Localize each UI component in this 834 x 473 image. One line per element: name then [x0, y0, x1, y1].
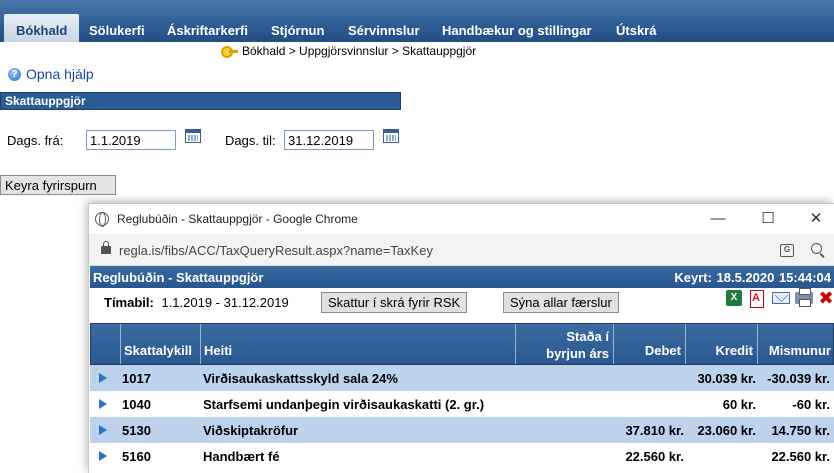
col-header-diff[interactable]: Mismunur [757, 324, 834, 364]
cell-name: Virðisaukaskattsskyld sala 24% [203, 371, 398, 386]
col-header-key[interactable]: Skattalykill [120, 324, 200, 364]
expand-arrow-icon[interactable] [99, 451, 107, 461]
cell-key: 1017 [122, 371, 151, 386]
help-link[interactable]: ? Opna hjálp [8, 66, 94, 82]
expand-arrow-icon[interactable] [99, 425, 107, 435]
maximize-button[interactable]: ☐ [753, 208, 783, 230]
nav-item-servinnslur[interactable]: Sérvinnslur [348, 14, 420, 42]
date-from-input[interactable] [86, 130, 176, 150]
zoom-icon[interactable] [811, 243, 822, 254]
cell-debit: 22.560 kr. [625, 449, 684, 464]
key-icon [220, 44, 238, 58]
window-title: Reglubúðin - Skattauppgjör - Google Chro… [117, 212, 358, 226]
nav-item-handbaekur[interactable]: Handbækur og stillingar [442, 14, 592, 42]
translate-icon[interactable]: G [780, 244, 794, 257]
col-header-opening[interactable]: Staða í byrjun árs [515, 324, 613, 364]
cell-credit: 23.060 kr. [697, 423, 756, 438]
window-titlebar: Reglubúðin - Skattauppgjör - Google Chro… [89, 204, 834, 234]
globe-icon [95, 212, 109, 227]
report-run-time: Keyrt: 18.5.2020 15:44:04 [674, 270, 831, 285]
url-text[interactable]: regla.is/fibs/ACC/TaxQueryResult.aspx?na… [119, 243, 433, 258]
date-from-label: Dags. frá: [7, 133, 64, 148]
report-header: Reglubúðin - Skattauppgjör Keyrt: 18.5.2… [90, 266, 834, 288]
calendar-icon[interactable] [185, 129, 201, 143]
cell-name: Handbært fé [203, 449, 280, 464]
period-label: Tímabil: [104, 295, 154, 310]
cell-diff: -30.039 kr. [767, 371, 830, 386]
cell-diff: 14.750 kr. [771, 423, 830, 438]
close-window-button[interactable]: ✕ [801, 208, 831, 230]
close-red-icon[interactable]: ✖ [818, 289, 834, 307]
minimize-button[interactable]: — [703, 208, 733, 230]
cell-credit: 30.039 kr. [697, 371, 756, 386]
tax-table: Skattalykill Heiti Staða í byrjun árs De… [90, 323, 834, 469]
nav-item-bokhald[interactable]: Bókhald [4, 14, 80, 42]
date-to-label: Dags. til: [225, 133, 276, 148]
col-header-name[interactable]: Heiti [200, 324, 515, 364]
cell-key: 5130 [122, 423, 151, 438]
cell-diff: 22.560 kr. [771, 449, 830, 464]
cell-key: 5160 [122, 449, 151, 464]
period-value: 1.1.2019 - 31.12.2019 [161, 295, 289, 310]
cell-key: 1040 [122, 397, 151, 412]
print-icon[interactable] [795, 288, 813, 307]
help-icon: ? [8, 67, 21, 81]
expand-arrow-icon[interactable] [99, 373, 107, 383]
nav-item-solukerfi[interactable]: Sölukerfi [89, 14, 145, 42]
table-row[interactable]: 5160 Handbært fé 22.560 kr. 22.560 kr. [90, 443, 834, 469]
table-row[interactable]: 5130 Viðskiptakröfur 37.810 kr. 23.060 k… [90, 417, 834, 443]
nav-item-stjornun[interactable]: Stjórnun [271, 14, 324, 42]
nav-item-utskra[interactable]: Útskrá [616, 14, 656, 42]
cell-debit: 37.810 kr. [625, 423, 684, 438]
excel-export-icon[interactable]: X [726, 290, 742, 306]
table-row[interactable]: 1017 Virðisaukaskattsskyld sala 24% 30.0… [90, 365, 834, 391]
col-header-credit[interactable]: Kredit [685, 324, 757, 364]
nav-item-askriftarkerfi[interactable]: Áskriftarkerfi [167, 14, 248, 42]
table-header: Skattalykill Heiti Staða í byrjun árs De… [90, 323, 834, 365]
period: Tímabil: 1.1.2019 - 31.12.2019 [104, 295, 289, 310]
cell-diff: -60 kr. [792, 397, 830, 412]
cell-credit: 60 kr. [722, 397, 756, 412]
breadcrumb: Bókhald > Uppgjörsvinnslur > Skattauppgj… [220, 44, 476, 58]
date-to-input[interactable] [284, 130, 374, 150]
rsk-file-button[interactable]: Skattur í skrá fyrir RSK [321, 292, 468, 313]
help-link-label: Opna hjálp [26, 66, 94, 82]
section-title: Skattauppgjör [0, 92, 401, 110]
run-query-button[interactable]: Keyra fyrirspurn [0, 175, 116, 195]
top-navigation: Bókhald Sölukerfi Áskriftarkerfi Stjórnu… [0, 0, 834, 42]
report-title: Reglubúðin - Skattauppgjör [93, 270, 264, 285]
col-header-debit[interactable]: Debet [613, 324, 685, 364]
cell-name: Starfsemi undanþegin virðisaukaskatti (2… [203, 397, 485, 412]
address-bar[interactable]: regla.is/fibs/ACC/TaxQueryResult.aspx?na… [89, 234, 834, 266]
breadcrumb-text: Bókhald > Uppgjörsvinnslur > Skattauppgj… [242, 44, 477, 58]
pdf-export-icon[interactable] [748, 290, 764, 308]
email-icon[interactable] [772, 292, 790, 304]
show-all-entries-button[interactable]: Sýna allar færslur [503, 292, 619, 313]
table-row[interactable]: 1040 Starfsemi undanþegin virðisaukaskat… [90, 391, 834, 417]
report-popup-window: Reglubúðin - Skattauppgjör - Google Chro… [88, 203, 834, 473]
cell-name: Viðskiptakröfur [203, 423, 299, 438]
calendar-icon[interactable] [383, 129, 399, 143]
expand-arrow-icon[interactable] [99, 399, 107, 409]
lock-icon [101, 241, 111, 254]
